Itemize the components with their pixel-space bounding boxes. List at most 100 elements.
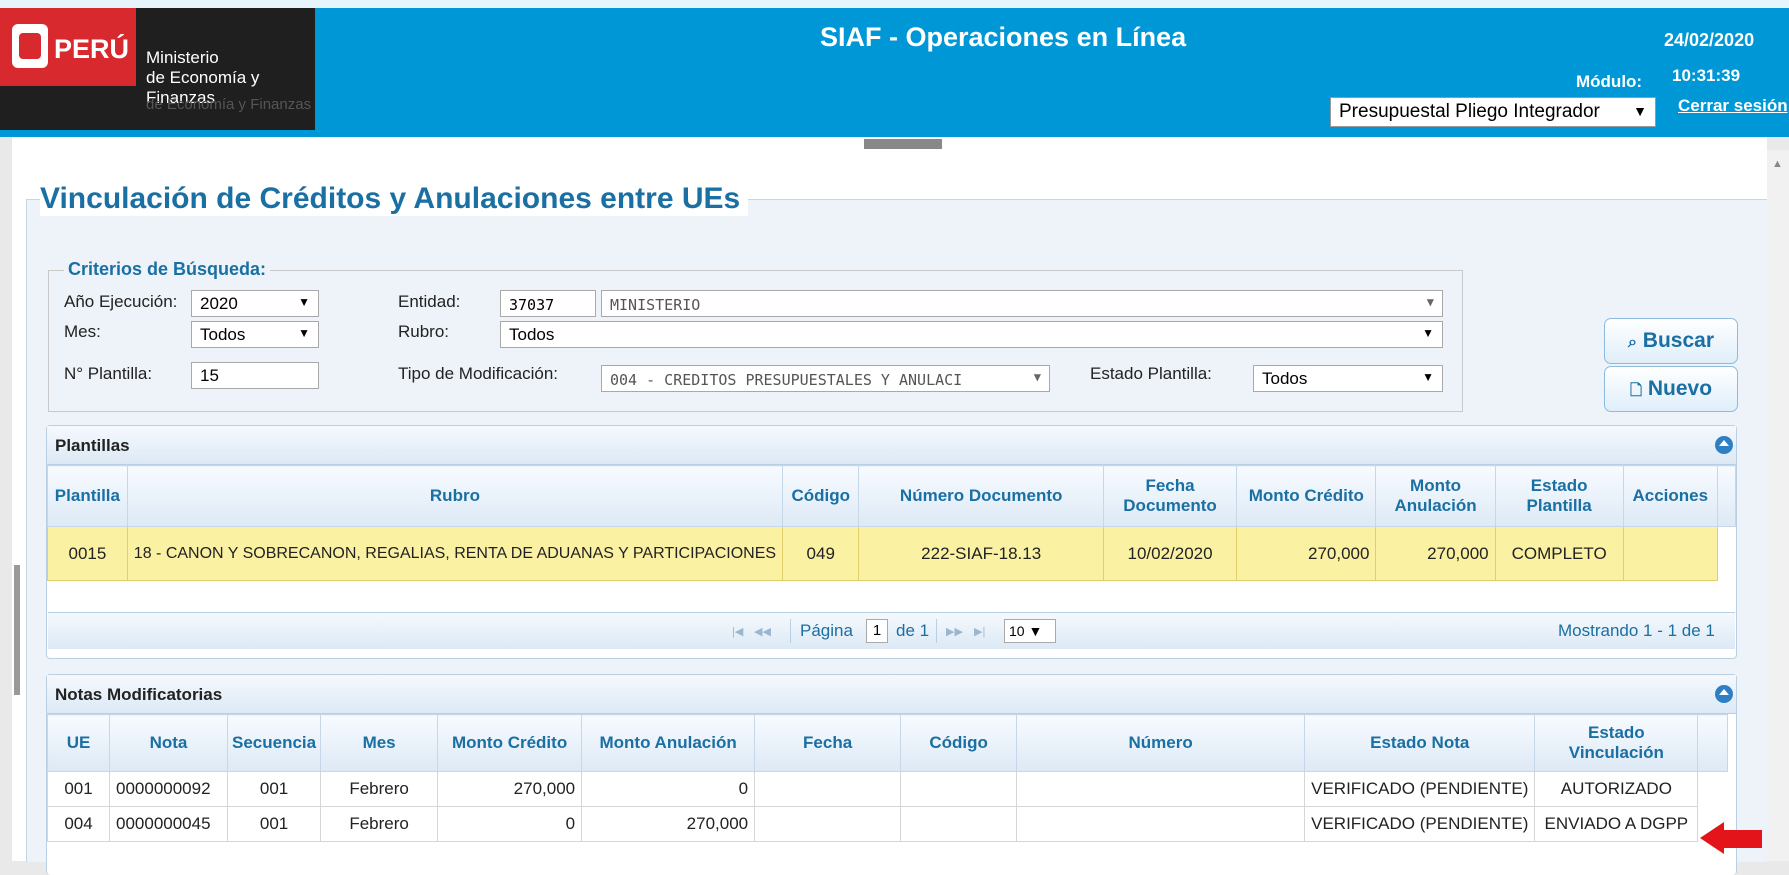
header-date: 24/02/2020 (1664, 30, 1755, 50)
mes-label: Mes: (64, 322, 101, 341)
cell-rubro: 18 - CANON Y SOBRECANON, REGALIAS, RENTA… (126, 526, 784, 581)
col-plantilla[interactable]: Plantilla (47, 465, 128, 527)
anio-select-value: 2020 (200, 294, 238, 313)
col-monto-anulacion[interactable]: Monto Anulación (1375, 465, 1496, 527)
col-acciones: Acciones (1622, 465, 1718, 527)
cell-monto-anulacion: 270,000 (1375, 526, 1496, 581)
logo-country: PERÚ (54, 34, 130, 64)
cell-estado-nota: VERIFICADO (PENDIENTE) (1304, 771, 1536, 807)
cell-secuencia: 001 (226, 771, 322, 807)
cell-nota: 0000000045 (109, 806, 228, 842)
rubro-select-value: Todos (509, 325, 555, 344)
header-topline (0, 0, 1789, 8)
col-mes[interactable]: Mes (320, 714, 439, 772)
estado-plantilla-select[interactable]: Todos ▼ (1253, 365, 1443, 392)
col-monto-anulacion-label: Monto Anulación (599, 733, 737, 752)
buscar-button-label: Buscar (1642, 329, 1714, 352)
tipo-modificacion-label: Tipo de Modificación: (398, 364, 559, 383)
col-monto-anulacion-label: Monto Anulación (1394, 476, 1477, 515)
search-icon: ⌕ (1627, 334, 1637, 351)
rubro-select[interactable]: Todos ▼ (500, 321, 1443, 348)
collapse-icon[interactable] (1715, 685, 1733, 703)
col-estado-plantilla[interactable]: Estado Plantilla (1494, 465, 1624, 527)
cell-estado-plantilla: COMPLETO (1494, 526, 1624, 581)
cell-ue: 001 (47, 771, 110, 807)
cell-monto-credito: 0 (437, 806, 583, 842)
col-codigo[interactable]: Código (900, 714, 1018, 772)
col-secuencia[interactable]: Secuencia (226, 714, 322, 772)
module-label: Módulo: (1576, 72, 1643, 91)
entidad-select-value: MINISTERIO (610, 296, 701, 314)
col-estado-nota[interactable]: Estado Nota (1304, 714, 1536, 772)
pager-separator (790, 619, 791, 643)
table-row[interactable]: 004 0000000045 001 Febrero 0 270,000 VER… (47, 806, 1728, 842)
pager-size-select[interactable]: 10 ▼ (1004, 619, 1056, 643)
table-row[interactable]: 001 0000000092 001 Febrero 270,000 0 VER… (47, 771, 1728, 807)
dropdown-arrow-icon: ▼ (1422, 370, 1434, 384)
module-select-value: Presupuestal Pliego Integrador (1339, 101, 1600, 122)
col-monto-anulacion[interactable]: Monto Anulación (581, 714, 756, 772)
layout-splitter-handle[interactable] (864, 139, 942, 149)
col-numero[interactable]: Número (1016, 714, 1306, 772)
entidad-label: Entidad: (398, 292, 461, 311)
cell-fecha-documento: 10/02/2020 (1102, 526, 1238, 581)
plantilla-input[interactable]: 15 (191, 362, 319, 389)
annotation-arrow-icon (1700, 822, 1724, 854)
tipo-modificacion-select[interactable]: 004 - CREDITOS PRESUPUESTALES Y ANULACI ▼ (601, 365, 1050, 392)
plantillas-panel: Plantillas Plantilla Rubro Código Número… (46, 425, 1737, 659)
plantillas-header-row: Plantilla Rubro Código Número Documento … (47, 465, 1737, 527)
prev-page-icon[interactable]: ◀◀ (754, 625, 771, 638)
logout-link[interactable]: Cerrar sesión (1678, 96, 1788, 116)
entidad-select[interactable]: MINISTERIO ▼ (601, 290, 1443, 317)
plantillas-pager: |◀ ◀◀ Página 1 de 1 ▶▶ ▶| 10 ▼ Mostrando… (48, 612, 1735, 649)
mes-select-value: Todos (200, 325, 246, 344)
collapse-icon[interactable] (1715, 436, 1733, 454)
cell-ue: 004 (47, 806, 110, 842)
anio-select[interactable]: 2020 ▼ (191, 290, 319, 317)
nuevo-button-label: Nuevo (1647, 377, 1713, 400)
pager-page-label: Página (800, 621, 853, 640)
search-criteria-title: Criterios de Búsqueda: (64, 259, 271, 280)
col-estado-vinculacion[interactable]: Estado Vinculación (1534, 714, 1699, 772)
entidad-code-input[interactable]: 37037 (500, 290, 596, 317)
col-fecha[interactable]: Fecha (754, 714, 902, 772)
cell-secuencia: 001 (226, 806, 322, 842)
cell-codigo (900, 771, 1018, 807)
col-ue[interactable]: UE (47, 714, 110, 772)
first-page-icon[interactable]: |◀ (732, 625, 743, 638)
next-page-icon[interactable]: ▶▶ (946, 625, 963, 638)
annotation-arrow-tail (1722, 830, 1762, 848)
vertical-scrollbar[interactable] (1767, 150, 1789, 861)
col-filler (1697, 714, 1729, 772)
col-nota[interactable]: Nota (109, 714, 228, 772)
col-numero-documento[interactable]: Número Documento (858, 465, 1104, 527)
cell-monto-anulacion: 270,000 (581, 806, 756, 842)
col-fecha-documento[interactable]: Fecha Documento (1102, 465, 1238, 527)
cell-monto-credito: 270,000 (1236, 526, 1377, 581)
col-filler (1716, 465, 1737, 527)
col-monto-credito[interactable]: Monto Crédito (1236, 465, 1377, 527)
col-fecha-documento-label: Fecha Documento (1123, 476, 1217, 515)
module-select[interactable]: Presupuestal Pliego Integrador ▼ (1330, 97, 1656, 127)
notas-panel: Notas Modificatorias UE Nota Secuencia M… (46, 674, 1737, 875)
mes-select[interactable]: Todos ▼ (191, 321, 319, 348)
plantillas-table: Plantilla Rubro Código Número Documento … (47, 465, 1737, 581)
cell-acciones[interactable] (1622, 526, 1718, 581)
pager-page-input[interactable]: 1 (866, 619, 888, 643)
scroll-up-icon[interactable]: ▲ (1772, 158, 1783, 170)
last-page-icon[interactable]: ▶| (974, 625, 985, 638)
dropdown-arrow-icon: ▼ (298, 326, 310, 340)
dropdown-arrow-icon: ▼ (1422, 326, 1434, 340)
app-header: PERÚ Ministerio de Economía y Finanzas d… (0, 0, 1789, 137)
cell-codigo (900, 806, 1018, 842)
col-monto-credito[interactable]: Monto Crédito (437, 714, 583, 772)
col-rubro[interactable]: Rubro (126, 465, 784, 527)
left-resize-handle[interactable] (14, 565, 20, 695)
col-codigo[interactable]: Código (782, 465, 860, 527)
nuevo-button[interactable]: 🗋 Nuevo (1604, 366, 1738, 412)
table-row[interactable]: 0015 18 - CANON Y SOBRECANON, REGALIAS, … (47, 526, 1736, 581)
app-title: SIAF - Operaciones en Línea (820, 22, 1187, 52)
logo-ministry-line1: Ministerio (146, 48, 219, 67)
buscar-button[interactable]: ⌕ Buscar (1604, 318, 1738, 364)
notas-header-row: UE Nota Secuencia Mes Monto Crédito Mont… (47, 714, 1729, 772)
